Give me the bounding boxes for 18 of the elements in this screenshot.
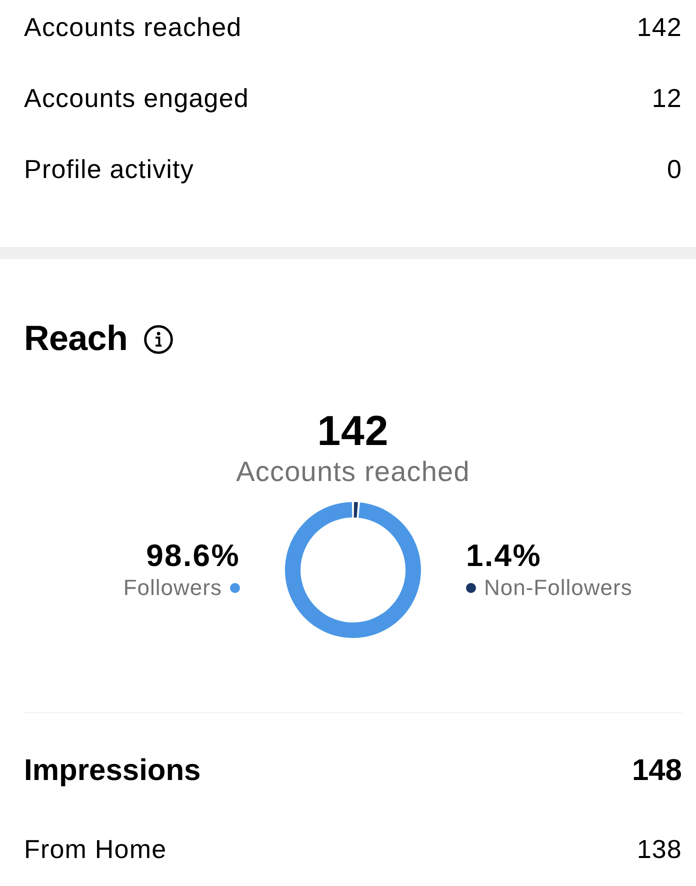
legend-label: Followers: [123, 574, 222, 602]
percent-value: 1.4%: [466, 538, 542, 574]
metric-value: 0: [666, 153, 682, 186]
metric-value: 12: [652, 82, 682, 115]
metric-label: Accounts engaged: [24, 82, 249, 115]
total-value: 142: [317, 407, 389, 456]
metric-label: Profile activity: [24, 153, 194, 186]
impressions-label: Impressions: [24, 752, 201, 789]
metric-value: 138: [636, 834, 682, 866]
percent-value: 98.6%: [146, 538, 240, 574]
info-icon[interactable]: [144, 324, 173, 354]
total-label: Accounts reached: [236, 455, 470, 489]
legend-label: Non-Followers: [484, 574, 632, 602]
metric-label: From Home: [24, 834, 167, 866]
metric-value: 142: [636, 11, 682, 44]
impressions-value: 148: [632, 752, 682, 789]
metric-label: Accounts reached: [24, 11, 242, 44]
section-title: Reach: [24, 318, 128, 360]
